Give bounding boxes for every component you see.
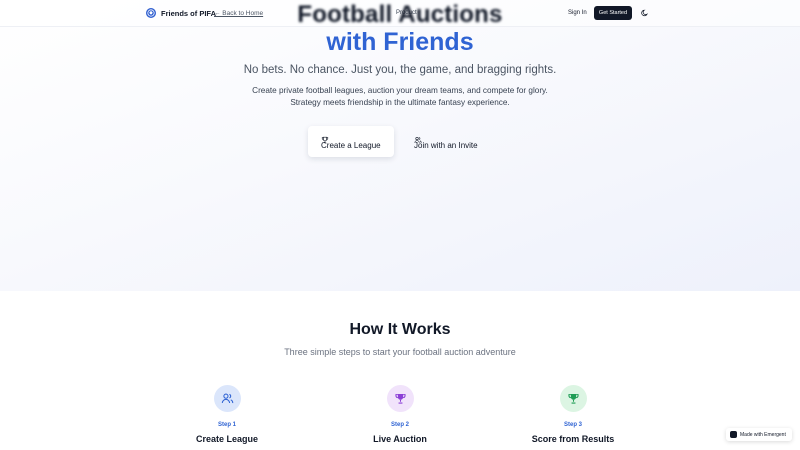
step-3-number: Step 3: [563, 422, 582, 428]
trophy-icon: [395, 393, 406, 404]
step-1-number: Step 1: [217, 422, 236, 428]
hero-title-line-1: Football Auctions: [297, 1, 503, 28]
join-invite-label: Join with an Invite: [414, 141, 478, 150]
step-2-badge: [387, 385, 414, 412]
step-2-title: Live Auction: [373, 434, 427, 444]
step-1-badge: [214, 385, 241, 412]
hero-title-line-2: with Friends: [326, 28, 474, 56]
users-icon: [221, 393, 234, 404]
how-it-works-title: How It Works: [349, 321, 451, 338]
hero-tagline: No bets. No chance. Just you, the game, …: [243, 64, 557, 76]
step-3-badge: [560, 385, 587, 412]
create-league-button[interactable]: Create a League: [308, 126, 394, 157]
step-1-title: Create League: [195, 434, 259, 444]
trophy-icon: [321, 131, 329, 144]
users-icon: [414, 131, 422, 143]
hero-description: Create private football leagues, auction…: [252, 86, 548, 107]
step-2-number: Step 2: [390, 422, 409, 428]
step-3-title: Score from Results: [531, 434, 615, 444]
made-with-emergent-badge[interactable]: Made with Emergent: [726, 428, 792, 441]
create-league-label: Create a League: [321, 141, 381, 150]
how-it-works-subtitle: Three simple steps to start your footbal…: [284, 347, 516, 357]
trophy-icon: [568, 393, 579, 404]
emergent-label: Made with Emergent: [740, 431, 786, 438]
emergent-logo-icon: [730, 431, 737, 438]
join-invite-button[interactable]: Join with an Invite: [406, 126, 486, 157]
